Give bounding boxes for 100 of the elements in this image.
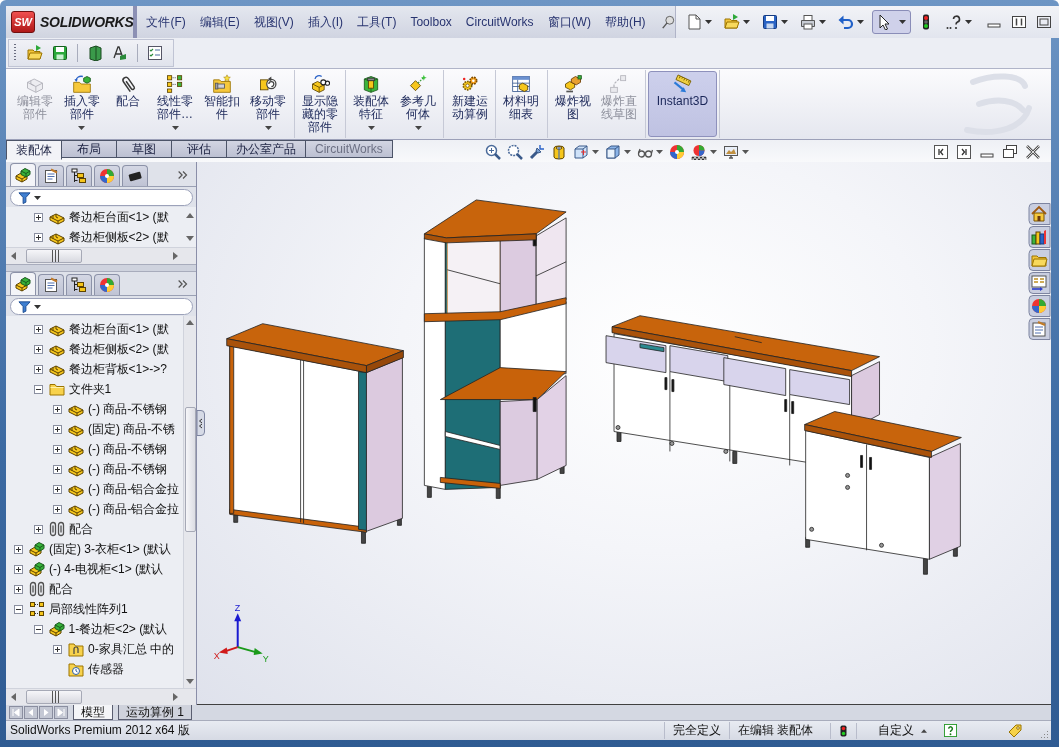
- tree-item[interactable]: (-) 4-电视柜<1> (默认: [49, 560, 163, 578]
- tab[interactable]: 运动算例 1: [118, 705, 192, 720]
- collapse-icon[interactable]: [33, 384, 43, 394]
- caret-icon[interactable]: [741, 150, 749, 154]
- tab[interactable]: 模型: [73, 705, 113, 720]
- skip-back-icon[interactable]: [9, 706, 23, 719]
- toolbar-button[interactable]: 爆炸视图: [549, 71, 597, 137]
- tree-item[interactable]: 配合: [68, 520, 93, 538]
- panel-tab[interactable]: [10, 272, 36, 295]
- menu-item[interactable]: 插入(I): [300, 10, 351, 34]
- tab[interactable]: 装配体: [6, 140, 62, 160]
- select-button[interactable]: [871, 10, 911, 34]
- open-folder-icon[interactable]: [27, 45, 43, 61]
- expand-icon[interactable]: [33, 364, 43, 374]
- tree-item[interactable]: 1-餐边柜<2> (默认: [68, 620, 168, 638]
- split-right-icon[interactable]: [956, 144, 972, 160]
- toolbar-button[interactable]: 新建运动算例: [446, 71, 493, 137]
- cylinder-section-icon[interactable]: [550, 144, 567, 160]
- chevron-icon[interactable]: [176, 277, 190, 291]
- scroll-down-icon[interactable]: [186, 679, 194, 684]
- next-icon[interactable]: [39, 706, 53, 719]
- tree-item[interactable]: (固定) 商品-不锈: [88, 420, 176, 438]
- monitor-icon[interactable]: [722, 144, 739, 160]
- panel-tab[interactable]: [10, 163, 36, 186]
- tree-item[interactable]: (-) 商品-铝合金拉: [88, 480, 180, 498]
- tab[interactable]: 草图: [117, 140, 172, 158]
- tag-icon[interactable]: [1007, 722, 1023, 739]
- zoom-icon[interactable]: [484, 144, 501, 160]
- caret-icon[interactable]: [780, 20, 788, 24]
- tree-item[interactable]: (-) 商品-不锈钢: [88, 460, 168, 478]
- tree-item[interactable]: 局部线性阵列1: [49, 600, 128, 618]
- caret-icon[interactable]: [264, 126, 272, 130]
- expand-icon[interactable]: [33, 212, 43, 222]
- help-icon[interactable]: [944, 724, 957, 737]
- caret-icon[interactable]: [414, 126, 422, 130]
- text-style-icon[interactable]: [112, 45, 128, 61]
- tab[interactable]: 评估: [172, 140, 227, 158]
- chevron-icon[interactable]: [176, 168, 190, 182]
- scene-ball-icon[interactable]: [690, 144, 707, 160]
- tree-item[interactable]: 餐边柜背板<1>->?: [68, 360, 167, 378]
- wand-arrow-icon[interactable]: [528, 144, 545, 160]
- menu-item[interactable]: 帮助(H): [597, 10, 653, 34]
- tree-item[interactable]: 餐边柜侧板<2> (默: [68, 228, 169, 246]
- caret-icon[interactable]: [78, 126, 86, 130]
- toolbar-button[interactable]: 装配体特征: [348, 71, 395, 137]
- caret-icon[interactable]: [898, 20, 906, 24]
- expand-icon[interactable]: [53, 424, 62, 434]
- scrollbar-thumb[interactable]: [184, 407, 196, 532]
- restore-icon[interactable]: [1002, 144, 1018, 160]
- zoom-area-icon[interactable]: [506, 144, 523, 160]
- caret-icon[interactable]: [655, 150, 663, 154]
- caret-icon[interactable]: [704, 20, 712, 24]
- shaded-cube-icon[interactable]: [604, 144, 621, 160]
- expand-icon[interactable]: [14, 544, 23, 554]
- menu-item[interactable]: 编辑(E): [192, 10, 247, 34]
- scroll-left-icon[interactable]: [11, 693, 16, 701]
- book-icon[interactable]: [87, 45, 103, 61]
- expand-icon[interactable]: [53, 464, 62, 474]
- toolbar-button[interactable]: 线性零部件…: [151, 71, 199, 137]
- caret-icon[interactable]: [964, 20, 972, 24]
- expand-icon[interactable]: [33, 232, 43, 242]
- menu-item[interactable]: 视图(V): [246, 10, 301, 34]
- collapse-icon[interactable]: [33, 624, 43, 634]
- caret-icon[interactable]: [742, 20, 750, 24]
- toolbar-button[interactable]: Instant3D: [647, 71, 718, 137]
- toolbar-button[interactable]: 配合: [105, 71, 152, 137]
- toolbar-button[interactable]: 移动零部件: [244, 71, 292, 137]
- checklist-icon[interactable]: [147, 45, 163, 61]
- expand-icon[interactable]: [53, 504, 62, 514]
- toolbar-button[interactable]: 显示隐藏的零部件: [296, 71, 344, 137]
- close-icon[interactable]: [1025, 144, 1041, 160]
- expand-icon[interactable]: [53, 484, 62, 494]
- expand-icon[interactable]: [53, 644, 62, 654]
- tree-item[interactable]: 传感器: [88, 660, 124, 678]
- color-ball-icon[interactable]: [668, 144, 685, 160]
- menu-item[interactable]: CircuitWorks: [458, 12, 541, 32]
- traffic-light-icon[interactable]: [840, 724, 847, 737]
- scroll-right-icon[interactable]: [173, 693, 178, 701]
- tree-item[interactable]: 餐边柜台面<1> (默: [68, 320, 169, 338]
- scrollbar[interactable]: [6, 688, 196, 705]
- menu-item[interactable]: Toolbox: [403, 12, 459, 32]
- clipboard-icon[interactable]: [1028, 318, 1051, 340]
- tree-item[interactable]: (-) 商品-不锈钢: [88, 440, 168, 458]
- tree-item[interactable]: (-) 商品-不锈钢: [88, 400, 168, 418]
- pin-icon[interactable]: [660, 15, 675, 29]
- scroll-right-icon[interactable]: [173, 252, 178, 260]
- folder-icon[interactable]: [1028, 249, 1051, 271]
- panel-tab[interactable]: [38, 274, 64, 295]
- menu-item[interactable]: 文件(F): [139, 10, 193, 34]
- panel-tab[interactable]: [122, 165, 148, 186]
- scrollbar[interactable]: [183, 316, 196, 688]
- toolbar-button[interactable]: 插入零部件: [58, 71, 106, 137]
- toolbar-button[interactable]: 参考几何体: [394, 71, 442, 137]
- scroll-left-icon[interactable]: [11, 252, 16, 260]
- tree-item[interactable]: 0-家具汇总 中的: [88, 640, 174, 658]
- caret-icon[interactable]: [623, 150, 631, 154]
- scroll-up-icon[interactable]: [186, 320, 194, 325]
- units-dropdown[interactable]: 自定义: [878, 722, 914, 739]
- menu-item[interactable]: 工具(T): [350, 10, 404, 34]
- house-icon[interactable]: [1028, 203, 1051, 225]
